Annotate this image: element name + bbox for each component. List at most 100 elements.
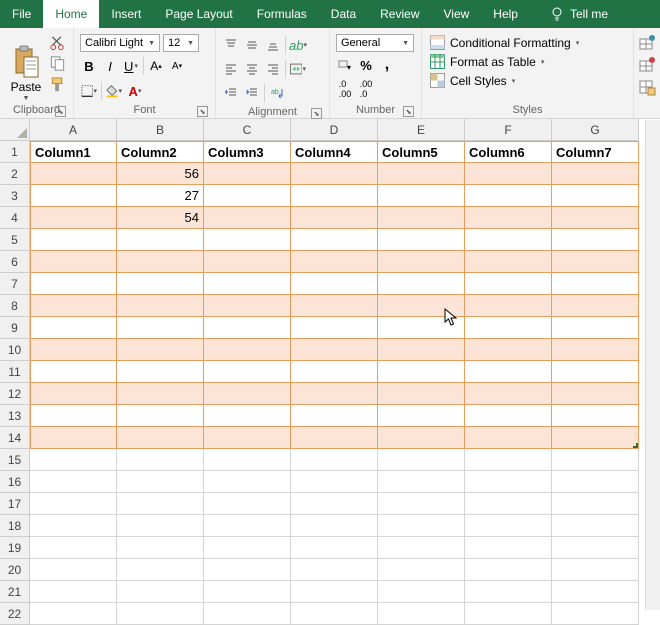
cell-C7[interactable] bbox=[204, 273, 291, 295]
cell-E9[interactable] bbox=[378, 317, 465, 339]
tell-me[interactable]: Tell me bbox=[538, 0, 620, 28]
cell-C9[interactable] bbox=[204, 317, 291, 339]
font-name-combo[interactable]: Calibri Light▼ bbox=[80, 34, 160, 52]
underline-button[interactable]: U▾ bbox=[122, 55, 140, 77]
row-header-12[interactable]: 12 bbox=[0, 383, 30, 405]
cell-E10[interactable] bbox=[378, 339, 465, 361]
cell-G6[interactable] bbox=[552, 251, 639, 273]
cell-A18[interactable] bbox=[30, 515, 117, 537]
increase-indent-button[interactable] bbox=[243, 82, 261, 104]
cell-E4[interactable] bbox=[378, 207, 465, 229]
clipboard-launcher[interactable]: ⬊ bbox=[55, 106, 66, 117]
cell-F11[interactable] bbox=[465, 361, 552, 383]
row-header-9[interactable]: 9 bbox=[0, 317, 30, 339]
cell-D20[interactable] bbox=[291, 559, 378, 581]
row-header-8[interactable]: 8 bbox=[0, 295, 30, 317]
cell-B11[interactable] bbox=[117, 361, 204, 383]
cell-A9[interactable] bbox=[30, 317, 117, 339]
cell-E5[interactable] bbox=[378, 229, 465, 251]
cell-F2[interactable] bbox=[465, 163, 552, 185]
cell-D7[interactable] bbox=[291, 273, 378, 295]
row-header-13[interactable]: 13 bbox=[0, 405, 30, 427]
percent-button[interactable]: % bbox=[357, 54, 375, 76]
cell-G14[interactable] bbox=[552, 427, 639, 449]
row-header-22[interactable]: 22 bbox=[0, 603, 30, 625]
cell-E11[interactable] bbox=[378, 361, 465, 383]
row-header-3[interactable]: 3 bbox=[0, 185, 30, 207]
cell-F6[interactable] bbox=[465, 251, 552, 273]
paste-button[interactable]: Paste ▼ bbox=[6, 30, 46, 102]
copy-icon[interactable] bbox=[49, 55, 67, 72]
cell-D16[interactable] bbox=[291, 471, 378, 493]
tab-file[interactable]: File bbox=[0, 0, 43, 28]
row-header-6[interactable]: 6 bbox=[0, 251, 30, 273]
col-header-C[interactable]: C bbox=[204, 119, 291, 141]
cell-C19[interactable] bbox=[204, 537, 291, 559]
row-header-19[interactable]: 19 bbox=[0, 537, 30, 559]
cell-B15[interactable] bbox=[117, 449, 204, 471]
cell-G15[interactable] bbox=[552, 449, 639, 471]
cell-B2[interactable]: 56 bbox=[117, 163, 204, 185]
cell-E19[interactable] bbox=[378, 537, 465, 559]
font-launcher[interactable]: ⬊ bbox=[197, 106, 208, 117]
align-center-button[interactable] bbox=[243, 58, 261, 80]
cell-A22[interactable] bbox=[30, 603, 117, 625]
cell-G21[interactable] bbox=[552, 581, 639, 603]
accounting-format-button[interactable]: ▾ bbox=[336, 54, 354, 76]
row-header-1[interactable]: 1 bbox=[0, 141, 30, 163]
cell-E16[interactable] bbox=[378, 471, 465, 493]
font-size-combo[interactable]: 12▼ bbox=[163, 34, 199, 52]
row-header-18[interactable]: 18 bbox=[0, 515, 30, 537]
cell-D11[interactable] bbox=[291, 361, 378, 383]
cell-G16[interactable] bbox=[552, 471, 639, 493]
wrap-text-button[interactable]: ab bbox=[268, 82, 286, 104]
cell-D21[interactable] bbox=[291, 581, 378, 603]
tab-home[interactable]: Home bbox=[43, 0, 99, 28]
cell-A7[interactable] bbox=[30, 273, 117, 295]
shrink-font-button[interactable]: A▾ bbox=[168, 55, 186, 77]
row-header-7[interactable]: 7 bbox=[0, 273, 30, 295]
cell-F7[interactable] bbox=[465, 273, 552, 295]
tab-help[interactable]: Help bbox=[481, 0, 530, 28]
vertical-scrollbar[interactable] bbox=[645, 120, 660, 610]
cut-icon[interactable] bbox=[49, 34, 67, 51]
fill-color-button[interactable]: ▾ bbox=[105, 80, 123, 102]
row-header-11[interactable]: 11 bbox=[0, 361, 30, 383]
cell-A5[interactable] bbox=[30, 229, 117, 251]
cell-styles-button[interactable]: Cell Styles▾ bbox=[428, 72, 627, 89]
cell-D13[interactable] bbox=[291, 405, 378, 427]
cell-A14[interactable] bbox=[30, 427, 117, 449]
cell-B19[interactable] bbox=[117, 537, 204, 559]
cell-F10[interactable] bbox=[465, 339, 552, 361]
cell-G9[interactable] bbox=[552, 317, 639, 339]
cell-G13[interactable] bbox=[552, 405, 639, 427]
cell-C18[interactable] bbox=[204, 515, 291, 537]
decrease-indent-button[interactable] bbox=[222, 82, 240, 104]
cell-F18[interactable] bbox=[465, 515, 552, 537]
cell-C1[interactable]: Column3 bbox=[204, 141, 291, 163]
row-header-10[interactable]: 10 bbox=[0, 339, 30, 361]
cell-D6[interactable] bbox=[291, 251, 378, 273]
cell-C10[interactable] bbox=[204, 339, 291, 361]
conditional-formatting-button[interactable]: Conditional Formatting▾ bbox=[428, 34, 627, 51]
cell-G19[interactable] bbox=[552, 537, 639, 559]
cell-A15[interactable] bbox=[30, 449, 117, 471]
alignment-launcher[interactable]: ⬊ bbox=[311, 108, 322, 119]
cell-D15[interactable] bbox=[291, 449, 378, 471]
cell-B20[interactable] bbox=[117, 559, 204, 581]
cell-G5[interactable] bbox=[552, 229, 639, 251]
cell-C22[interactable] bbox=[204, 603, 291, 625]
delete-cells-icon[interactable] bbox=[638, 56, 656, 74]
tab-insert[interactable]: Insert bbox=[99, 0, 153, 28]
cell-B22[interactable] bbox=[117, 603, 204, 625]
cell-G8[interactable] bbox=[552, 295, 639, 317]
col-header-E[interactable]: E bbox=[378, 119, 465, 141]
cell-C15[interactable] bbox=[204, 449, 291, 471]
tab-formulas[interactable]: Formulas bbox=[245, 0, 319, 28]
col-header-A[interactable]: A bbox=[30, 119, 117, 141]
cell-F17[interactable] bbox=[465, 493, 552, 515]
col-header-F[interactable]: F bbox=[465, 119, 552, 141]
cell-F14[interactable] bbox=[465, 427, 552, 449]
cell-A12[interactable] bbox=[30, 383, 117, 405]
cell-G10[interactable] bbox=[552, 339, 639, 361]
